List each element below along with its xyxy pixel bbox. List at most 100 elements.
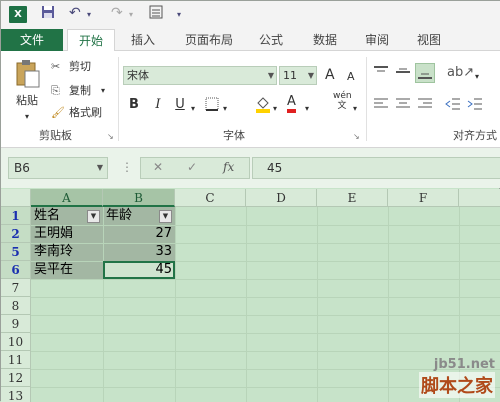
tab-insert[interactable]: 插入 [121, 29, 165, 51]
align-center-icon[interactable] [395, 97, 411, 116]
cut-icon[interactable]: ✂ [51, 59, 60, 75]
decrease-indent-icon[interactable] [445, 97, 461, 116]
cell-a2[interactable]: 王明娟 [34, 225, 102, 243]
row-header-8[interactable]: 8 [1, 297, 31, 315]
undo-icon[interactable]: ↶ [69, 5, 81, 21]
bold-button[interactable]: B [125, 97, 143, 112]
underline-dropdown-icon[interactable]: ▾ [191, 101, 195, 117]
name-box-value: B6 [14, 161, 30, 175]
group-divider [366, 57, 367, 141]
cut-button[interactable]: 剪切 [69, 59, 91, 75]
phonetic-dropdown-icon[interactable]: ▾ [353, 101, 357, 117]
gridline [31, 279, 500, 280]
column-header-g[interactable] [459, 189, 500, 207]
orientation-icon[interactable]: ab↗ [447, 65, 474, 81]
paste-dropdown-icon[interactable]: ▾ [25, 109, 29, 125]
row-header-6[interactable]: 6 [1, 261, 31, 279]
paste-icon[interactable] [15, 59, 41, 94]
italic-button[interactable]: I [149, 97, 167, 112]
phonetic-sub-label: 文 [337, 101, 347, 111]
align-middle-icon[interactable] [395, 65, 411, 84]
fill-color-icon[interactable] [255, 95, 271, 118]
cell-b2[interactable]: 27 [103, 225, 175, 243]
worksheet-grid[interactable]: A B C D E F 1 2 5 6 7 8 9 10 11 12 13 姓名… [1, 189, 500, 402]
watermark: jb51.net 脚本之家 [419, 357, 495, 398]
format-painter-button[interactable]: 格式刷 [69, 105, 102, 121]
borders-icon[interactable] [205, 97, 219, 116]
redo-dropdown-icon[interactable]: ▾ [129, 10, 133, 19]
borders-dropdown-icon[interactable]: ▾ [223, 101, 227, 117]
copy-dropdown-icon[interactable]: ▾ [101, 83, 105, 99]
column-header-b[interactable]: B [103, 189, 175, 207]
grow-font-button[interactable]: A [325, 67, 335, 83]
excel-window: X ↶ ▾ ↷ ▾ ▾ 文件 开始 插入 页面布局 公式 数据 审阅 视图 粘贴… [0, 0, 500, 402]
row-header-13[interactable]: 13 [1, 387, 31, 402]
form-icon[interactable] [149, 5, 163, 23]
tab-home[interactable]: 开始 [67, 29, 115, 52]
row-header-1[interactable]: 1 [1, 207, 31, 225]
column-header-c[interactable]: C [175, 189, 246, 207]
more-options-icon[interactable]: ⋮ [121, 160, 133, 174]
filter-active-icon[interactable]: ▼ [159, 210, 172, 223]
tab-page-layout[interactable]: 页面布局 [177, 29, 241, 51]
column-header-d[interactable]: D [246, 189, 317, 207]
filter-dropdown-icon[interactable]: ▼ [87, 210, 100, 223]
formula-input[interactable]: 45 [252, 157, 500, 179]
row-header-7[interactable]: 7 [1, 279, 31, 297]
shrink-font-button[interactable]: A [347, 69, 355, 85]
align-bottom-icon[interactable] [415, 63, 435, 83]
tab-view[interactable]: 视图 [407, 29, 451, 51]
gridline [175, 207, 176, 402]
undo-dropdown-icon[interactable]: ▾ [87, 10, 91, 19]
copy-icon[interactable]: ⎘ [51, 83, 60, 99]
cell-a6[interactable]: 吴平在 [34, 261, 102, 279]
increase-indent-icon[interactable] [467, 97, 483, 116]
chevron-down-icon: ▼ [267, 71, 274, 80]
orientation-dropdown-icon[interactable]: ▾ [475, 69, 479, 85]
row-header-11[interactable]: 11 [1, 351, 31, 369]
font-color-dropdown-icon[interactable]: ▾ [305, 101, 309, 117]
tab-formulas[interactable]: 公式 [251, 29, 291, 51]
save-icon[interactable] [41, 5, 55, 23]
row-header-12[interactable]: 12 [1, 369, 31, 387]
format-painter-icon[interactable]: 🖌 [51, 105, 65, 121]
align-top-icon[interactable] [373, 65, 389, 84]
row-header-2[interactable]: 2 [1, 225, 31, 243]
cell-b6[interactable]: 45 [103, 261, 175, 279]
tab-file[interactable]: 文件 [1, 29, 63, 51]
redo-icon[interactable]: ↷ [111, 5, 123, 21]
font-color-button[interactable]: A [287, 95, 296, 113]
align-right-icon[interactable] [417, 97, 433, 116]
customize-qat-icon[interactable]: ▾ [177, 10, 181, 19]
name-box[interactable]: B6 ▼ [8, 157, 108, 179]
underline-button[interactable]: U [171, 97, 189, 112]
gridline [317, 207, 318, 402]
font-family-combo[interactable]: 宋体 ▼ [123, 66, 277, 85]
row-header-9[interactable]: 9 [1, 315, 31, 333]
insert-function-icon[interactable]: fx [223, 160, 234, 174]
phonetic-guide-button[interactable]: wén 文 [333, 91, 352, 111]
row-header-5[interactable]: 5 [1, 243, 31, 261]
align-left-icon[interactable] [373, 97, 389, 116]
cancel-icon[interactable]: ✕ [153, 160, 163, 174]
enter-icon[interactable]: ✓ [187, 160, 197, 174]
font-size-combo[interactable]: 11 ▼ [279, 66, 317, 85]
column-header-e[interactable]: E [317, 189, 388, 207]
select-all-corner[interactable] [1, 189, 31, 207]
gridline [31, 315, 500, 316]
row-header-10[interactable]: 10 [1, 333, 31, 351]
font-launcher-icon[interactable]: ↘ [353, 129, 360, 145]
paste-button[interactable]: 粘贴 [16, 93, 38, 109]
fill-color-dropdown-icon[interactable]: ▾ [273, 101, 277, 117]
tab-data[interactable]: 数据 [303, 29, 347, 51]
excel-app-icon[interactable]: X [9, 6, 27, 23]
cell-a5[interactable]: 李南玲 [34, 243, 102, 261]
column-header-f[interactable]: F [388, 189, 459, 207]
clipboard-launcher-icon[interactable]: ↘ [107, 129, 114, 145]
column-header-a[interactable]: A [31, 189, 103, 207]
cell-b5[interactable]: 33 [103, 243, 175, 261]
copy-button[interactable]: 复制 [69, 83, 91, 99]
gridline [388, 207, 389, 402]
gridline [31, 351, 500, 352]
tab-review[interactable]: 审阅 [355, 29, 399, 51]
